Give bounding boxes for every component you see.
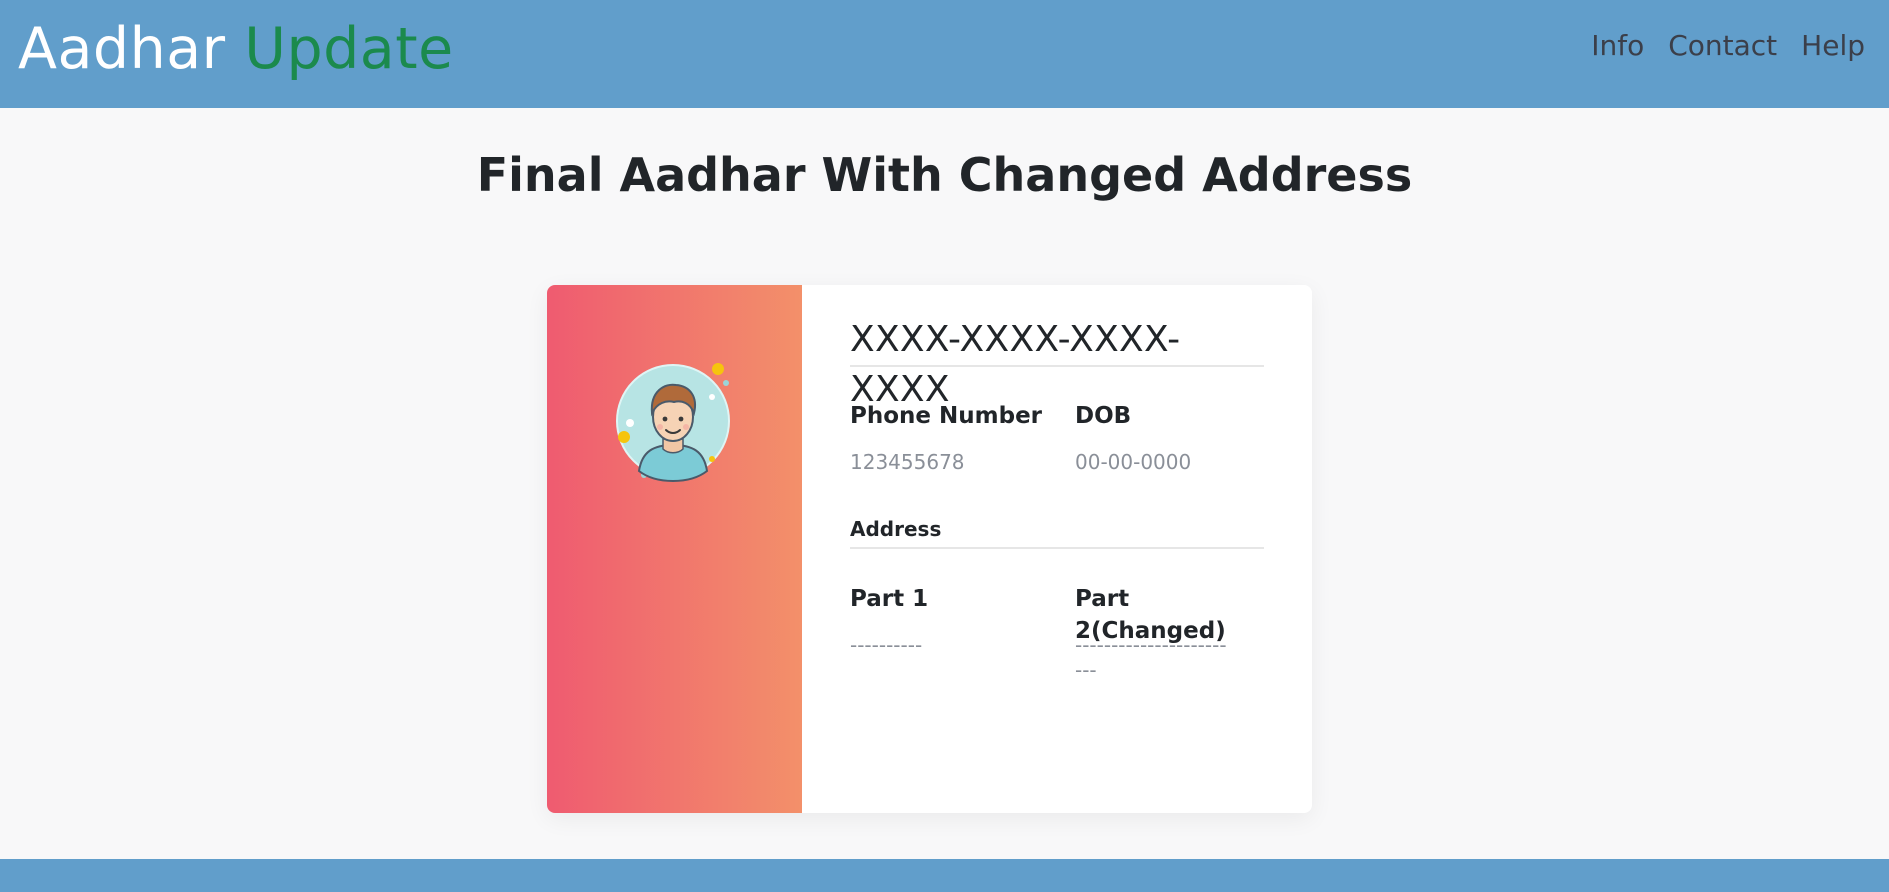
- divider: [850, 365, 1264, 367]
- footer-bar: [0, 859, 1889, 892]
- phone-number-value: 123455678: [850, 450, 965, 474]
- address-heading: Address: [850, 517, 942, 541]
- nav-links: Info Contact Help: [1591, 26, 1865, 66]
- aadhar-card: XXXX-XXXX-XXXX-XXXX Phone Number DOB 123…: [547, 285, 1312, 813]
- address-divider: [850, 547, 1264, 549]
- nav-link-help[interactable]: Help: [1801, 26, 1865, 66]
- dob-value: 00-00-0000: [1075, 450, 1192, 474]
- top-navbar: Aadhar Update Info Contact Help: [0, 0, 1889, 108]
- part1-label: Part 1: [850, 586, 929, 612]
- part2-value-line2: ---: [1075, 658, 1097, 682]
- phone-number-label: Phone Number: [850, 403, 1043, 429]
- page-title: Final Aadhar With Changed Address: [476, 148, 1413, 202]
- part1-value: ----------: [850, 633, 923, 657]
- part2-value-line1: ---------------------: [1075, 633, 1227, 657]
- nav-link-info[interactable]: Info: [1591, 26, 1644, 66]
- user-avatar-icon: [616, 363, 730, 483]
- dob-label: DOB: [1075, 403, 1132, 429]
- card-details: XXXX-XXXX-XXXX-XXXX Phone Number DOB 123…: [850, 285, 1264, 813]
- nav-link-contact[interactable]: Contact: [1668, 26, 1777, 66]
- brand-logo[interactable]: Aadhar Update: [18, 14, 454, 84]
- brand-part2: Update: [244, 16, 454, 82]
- brand-part1: Aadhar: [18, 16, 226, 82]
- card-gradient-panel: [547, 285, 802, 813]
